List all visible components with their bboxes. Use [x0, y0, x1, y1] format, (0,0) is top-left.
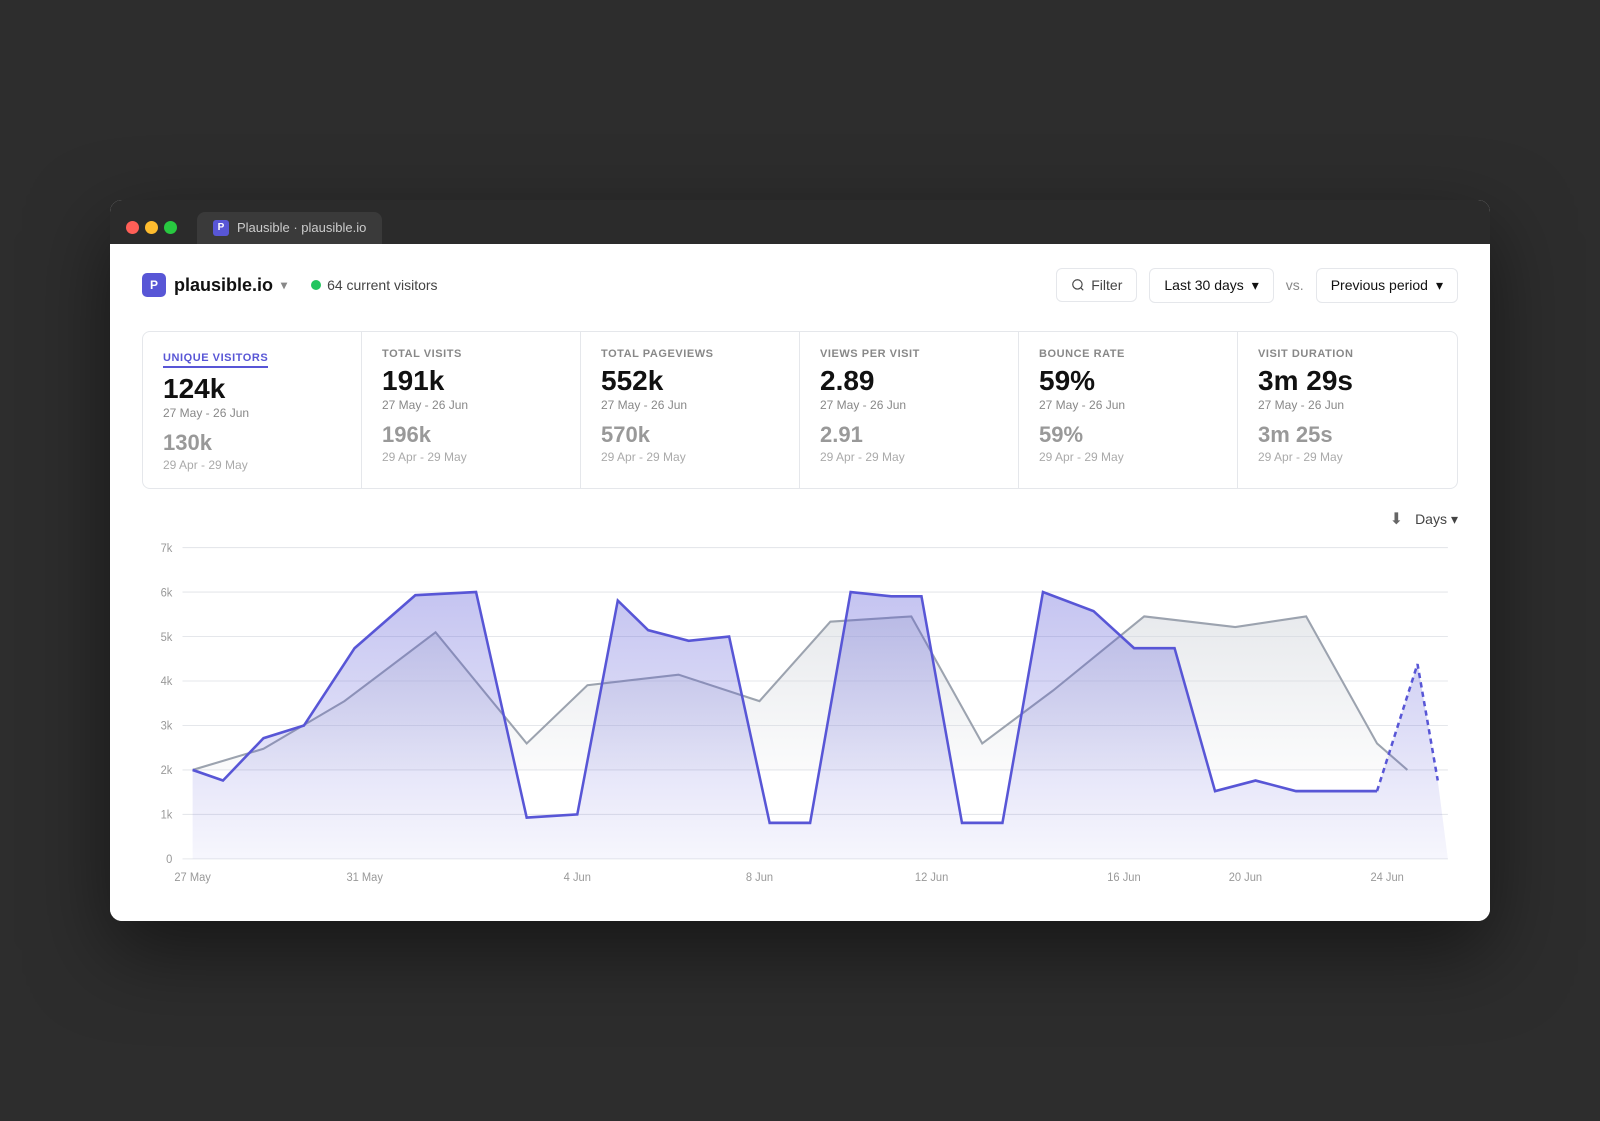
site-header: P plausible.io ▾ 64 current visitors Fil… — [142, 268, 1458, 303]
page-content: P plausible.io ▾ 64 current visitors Fil… — [110, 244, 1490, 922]
svg-text:6k: 6k — [161, 587, 173, 599]
stat-card-bounce-rate[interactable]: BOUNCE RATE 59% 27 May - 26 Jun 59% 29 A… — [1019, 332, 1238, 489]
stat-value-views-per-visit: 2.89 — [820, 366, 998, 397]
svg-text:1k: 1k — [161, 810, 173, 822]
svg-text:16 Jun: 16 Jun — [1107, 872, 1140, 884]
stat-prev-period-views-per-visit: 29 Apr - 29 May — [820, 450, 998, 464]
stat-prev-value-total-pageviews: 570k — [601, 422, 779, 448]
stat-prev-value-total-visits: 196k — [382, 422, 560, 448]
logo-icon: P — [142, 273, 166, 297]
site-name: plausible.io — [174, 275, 273, 296]
svg-text:0: 0 — [166, 854, 172, 866]
date-range-chevron: ▾ — [1252, 277, 1259, 294]
svg-text:7k: 7k — [161, 543, 173, 555]
stat-prev-value-bounce-rate: 59% — [1039, 422, 1217, 448]
stat-label-views-per-visit: VIEWS PER VISIT — [820, 348, 998, 360]
date-range-dropdown[interactable]: Last 30 days ▾ — [1149, 268, 1273, 303]
download-button[interactable]: ⬇ — [1390, 509, 1403, 529]
site-dropdown-chevron[interactable]: ▾ — [281, 278, 287, 292]
current-visitors: 64 current visitors — [311, 277, 437, 293]
stat-card-visit-duration[interactable]: VISIT DURATION 3m 29s 27 May - 26 Jun 3m… — [1238, 332, 1457, 489]
comparison-dropdown[interactable]: Previous period ▾ — [1316, 268, 1458, 303]
filter-button[interactable]: Filter — [1056, 268, 1137, 302]
traffic-lights — [126, 221, 177, 234]
svg-text:4k: 4k — [161, 676, 173, 688]
stat-card-total-pageviews[interactable]: TOTAL PAGEVIEWS 552k 27 May - 26 Jun 570… — [581, 332, 800, 489]
date-range-label: Last 30 days — [1164, 277, 1243, 293]
svg-text:12 Jun: 12 Jun — [915, 872, 948, 884]
stat-period-total-pageviews: 27 May - 26 Jun — [601, 398, 779, 412]
stat-period-total-visits: 27 May - 26 Jun — [382, 398, 560, 412]
browser-chrome: P Plausible · plausible.io — [110, 200, 1490, 244]
chart-container: 7k 6k 5k 4k 3k 2k 1k 0 — [142, 537, 1458, 897]
stat-period-visit-duration: 27 May - 26 Jun — [1258, 398, 1437, 412]
stat-label-total-visits: TOTAL VISITS — [382, 348, 560, 360]
stat-card-views-per-visit[interactable]: VIEWS PER VISIT 2.89 27 May - 26 Jun 2.9… — [800, 332, 1019, 489]
stats-grid: UNIQUE VISITORS 124k 27 May - 26 Jun 130… — [142, 331, 1458, 490]
tab-bar: P Plausible · plausible.io — [197, 212, 382, 244]
tab-favicon: P — [213, 220, 229, 236]
visitors-count: 64 current visitors — [327, 277, 437, 293]
active-tab[interactable]: P Plausible · plausible.io — [197, 212, 382, 244]
stat-value-total-visits: 191k — [382, 366, 560, 397]
filter-label: Filter — [1091, 277, 1122, 293]
minimize-button[interactable] — [145, 221, 158, 234]
svg-text:31 May: 31 May — [346, 872, 383, 884]
tab-title: Plausible · plausible.io — [237, 220, 366, 235]
search-icon — [1071, 278, 1085, 292]
svg-text:3k: 3k — [161, 721, 173, 733]
chart-controls: ⬇ Days ▾ — [142, 509, 1458, 529]
svg-text:4 Jun: 4 Jun — [564, 872, 591, 884]
granularity-chevron: ▾ — [1451, 511, 1458, 528]
svg-text:20 Jun: 20 Jun — [1229, 872, 1262, 884]
svg-text:24 Jun: 24 Jun — [1370, 872, 1403, 884]
stat-card-total-visits[interactable]: TOTAL VISITS 191k 27 May - 26 Jun 196k 2… — [362, 332, 581, 489]
comparison-label: Previous period — [1331, 277, 1428, 293]
granularity-label: Days — [1415, 511, 1447, 527]
visitors-chart: 7k 6k 5k 4k 3k 2k 1k 0 — [142, 537, 1458, 897]
stat-prev-period-total-visits: 29 Apr - 29 May — [382, 450, 560, 464]
stat-label-unique-visitors: UNIQUE VISITORS — [163, 352, 268, 368]
stat-prev-value-views-per-visit: 2.91 — [820, 422, 998, 448]
stat-label-total-pageviews: TOTAL PAGEVIEWS — [601, 348, 779, 360]
header-controls: Filter Last 30 days ▾ vs. Previous perio… — [1056, 268, 1458, 303]
live-dot — [311, 280, 321, 290]
stat-prev-period-bounce-rate: 29 Apr - 29 May — [1039, 450, 1217, 464]
vs-label: vs. — [1286, 277, 1304, 293]
svg-text:8 Jun: 8 Jun — [746, 872, 773, 884]
maximize-button[interactable] — [164, 221, 177, 234]
close-button[interactable] — [126, 221, 139, 234]
svg-text:5k: 5k — [161, 632, 173, 644]
stat-prev-value-unique-visitors: 130k — [163, 430, 341, 456]
stat-prev-period-unique-visitors: 29 Apr - 29 May — [163, 458, 341, 472]
stat-period-views-per-visit: 27 May - 26 Jun — [820, 398, 998, 412]
browser-window: P Plausible · plausible.io P plausible.i… — [110, 200, 1490, 922]
svg-text:2k: 2k — [161, 765, 173, 777]
stat-value-unique-visitors: 124k — [163, 374, 341, 405]
stat-value-bounce-rate: 59% — [1039, 366, 1217, 397]
stat-period-unique-visitors: 27 May - 26 Jun — [163, 406, 341, 420]
stat-prev-period-total-pageviews: 29 Apr - 29 May — [601, 450, 779, 464]
svg-text:27 May: 27 May — [174, 872, 211, 884]
stat-prev-value-visit-duration: 3m 25s — [1258, 422, 1437, 448]
stat-prev-period-visit-duration: 29 Apr - 29 May — [1258, 450, 1437, 464]
comparison-chevron: ▾ — [1436, 277, 1443, 294]
stat-value-visit-duration: 3m 29s — [1258, 366, 1437, 397]
stat-value-total-pageviews: 552k — [601, 366, 779, 397]
stat-period-bounce-rate: 27 May - 26 Jun — [1039, 398, 1217, 412]
granularity-dropdown[interactable]: Days ▾ — [1415, 511, 1458, 528]
stat-label-bounce-rate: BOUNCE RATE — [1039, 348, 1217, 360]
stat-card-unique-visitors[interactable]: UNIQUE VISITORS 124k 27 May - 26 Jun 130… — [143, 332, 362, 489]
stat-label-visit-duration: VISIT DURATION — [1258, 348, 1437, 360]
site-logo[interactable]: P plausible.io ▾ — [142, 273, 287, 297]
